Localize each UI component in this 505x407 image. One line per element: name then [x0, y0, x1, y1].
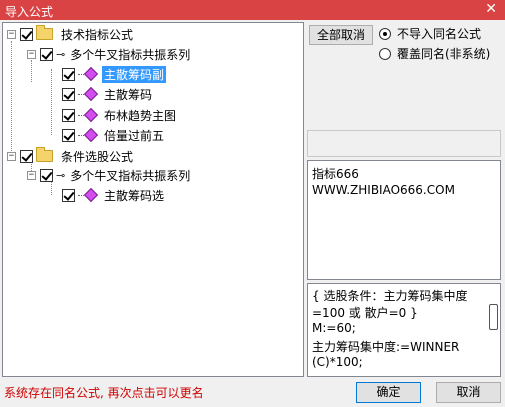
code-line: (C)*100;: [312, 355, 363, 369]
radio-icon[interactable]: [379, 47, 391, 60]
checkbox-icon[interactable]: [20, 149, 33, 163]
radio-overwrite-label: 覆盖同名(非系统): [397, 47, 491, 61]
radio-no-import-label: 不导入同名公式: [397, 27, 482, 41]
code-line: =100 或 散户=0 }: [312, 306, 418, 320]
tree-node-formula[interactable]: 主散筹码: [62, 85, 154, 103]
tree-connector: [31, 60, 32, 82]
close-icon[interactable]: ✕: [485, 1, 497, 17]
expander-icon[interactable]: −: [7, 29, 16, 39]
checkbox-icon[interactable]: [62, 128, 75, 142]
tree-node-label: 多个牛叉指标共振系列: [70, 168, 191, 183]
expander-icon[interactable]: −: [27, 49, 36, 59]
tree-node-formula[interactable]: 主散筹码选: [62, 186, 166, 204]
code-line: M:=60;: [312, 321, 356, 335]
tree-node-group[interactable]: − ⊸ 多个牛叉指标共振系列: [27, 166, 192, 184]
checkbox-icon[interactable]: [40, 47, 53, 61]
tree-connector: [11, 41, 12, 157]
expander-icon[interactable]: −: [7, 151, 16, 161]
checkbox-icon[interactable]: [62, 188, 75, 202]
radio-overwrite[interactable]: 覆盖同名(非系统): [379, 45, 490, 62]
tree-node-label: 技术指标公式: [61, 27, 134, 42]
status-message: 系统存在同名公式, 再次点击可以更名: [4, 386, 204, 400]
tree-node-label: 布林趋势主图: [104, 108, 177, 123]
formula-gem-icon: [83, 107, 99, 123]
checkbox-icon[interactable]: [20, 27, 33, 41]
info-line: WWW.ZHIBIAO666.COM: [312, 183, 455, 197]
tree-node-label: 多个牛叉指标共振系列: [70, 47, 191, 62]
code-line: { 选股条件：主力筹码集中度: [312, 289, 468, 303]
tree-node-group[interactable]: − ⊸ 多个牛叉指标共振系列: [27, 45, 192, 63]
tree-node-label: 主散筹码: [104, 87, 153, 102]
tree-node-screening-formulas[interactable]: − 条件选股公式: [7, 147, 135, 165]
radio-icon[interactable]: [379, 27, 391, 40]
folder-icon: [36, 147, 53, 162]
key-icon: ⊸: [56, 47, 66, 61]
tree-node-formula[interactable]: 布林趋势主图: [62, 106, 178, 124]
tree-node-tech-formulas[interactable]: − 技术指标公式: [7, 25, 135, 43]
radio-no-import[interactable]: 不导入同名公式: [379, 25, 481, 42]
ok-button[interactable]: 确定: [356, 382, 421, 403]
expander-icon[interactable]: −: [27, 170, 36, 180]
tree-node-formula[interactable]: 主散筹码副: [62, 65, 167, 83]
tree-node-label: 条件选股公式: [61, 149, 134, 164]
cancel-button[interactable]: 取消: [436, 382, 501, 403]
checkbox-icon[interactable]: [40, 168, 53, 182]
formula-gem-icon: [83, 86, 99, 102]
tree-node-formula[interactable]: 倍量过前五: [62, 126, 166, 144]
empty-panel: [307, 130, 501, 157]
info-line: 指标666: [312, 167, 359, 181]
formula-gem-icon: [83, 127, 99, 143]
key-icon: ⊸: [56, 168, 66, 182]
formula-gem-icon: [83, 66, 99, 82]
cancel-all-button[interactable]: 全部取消: [309, 25, 373, 45]
formula-tree[interactable]: − 技术指标公式 − ⊸ 多个牛叉指标共振系列 主散筹码副 主散筹码 布林趋势主…: [2, 22, 304, 377]
title-bar: 导入公式 ✕: [0, 0, 505, 20]
tree-connector: [51, 69, 52, 135]
folder-icon: [36, 25, 53, 40]
tree-node-label: 主散筹码副: [102, 65, 167, 83]
code-line: 主力筹码集中度:=WINNER: [312, 340, 460, 354]
checkbox-icon[interactable]: [62, 67, 75, 81]
window-title: 导入公式: [5, 5, 54, 19]
code-panel[interactable]: { 选股条件：主力筹码集中度 =100 或 散户=0 } M:=60; 主力筹码…: [307, 283, 501, 377]
tree-node-label: 倍量过前五: [104, 128, 165, 143]
checkbox-icon[interactable]: [62, 108, 75, 122]
scrollbar-thumb[interactable]: [489, 304, 498, 330]
formula-gem-icon: [83, 187, 99, 203]
tree-node-label: 主散筹码选: [104, 188, 165, 203]
info-panel: 指标666 WWW.ZHIBIAO666.COM: [307, 160, 501, 280]
checkbox-icon[interactable]: [62, 87, 75, 101]
